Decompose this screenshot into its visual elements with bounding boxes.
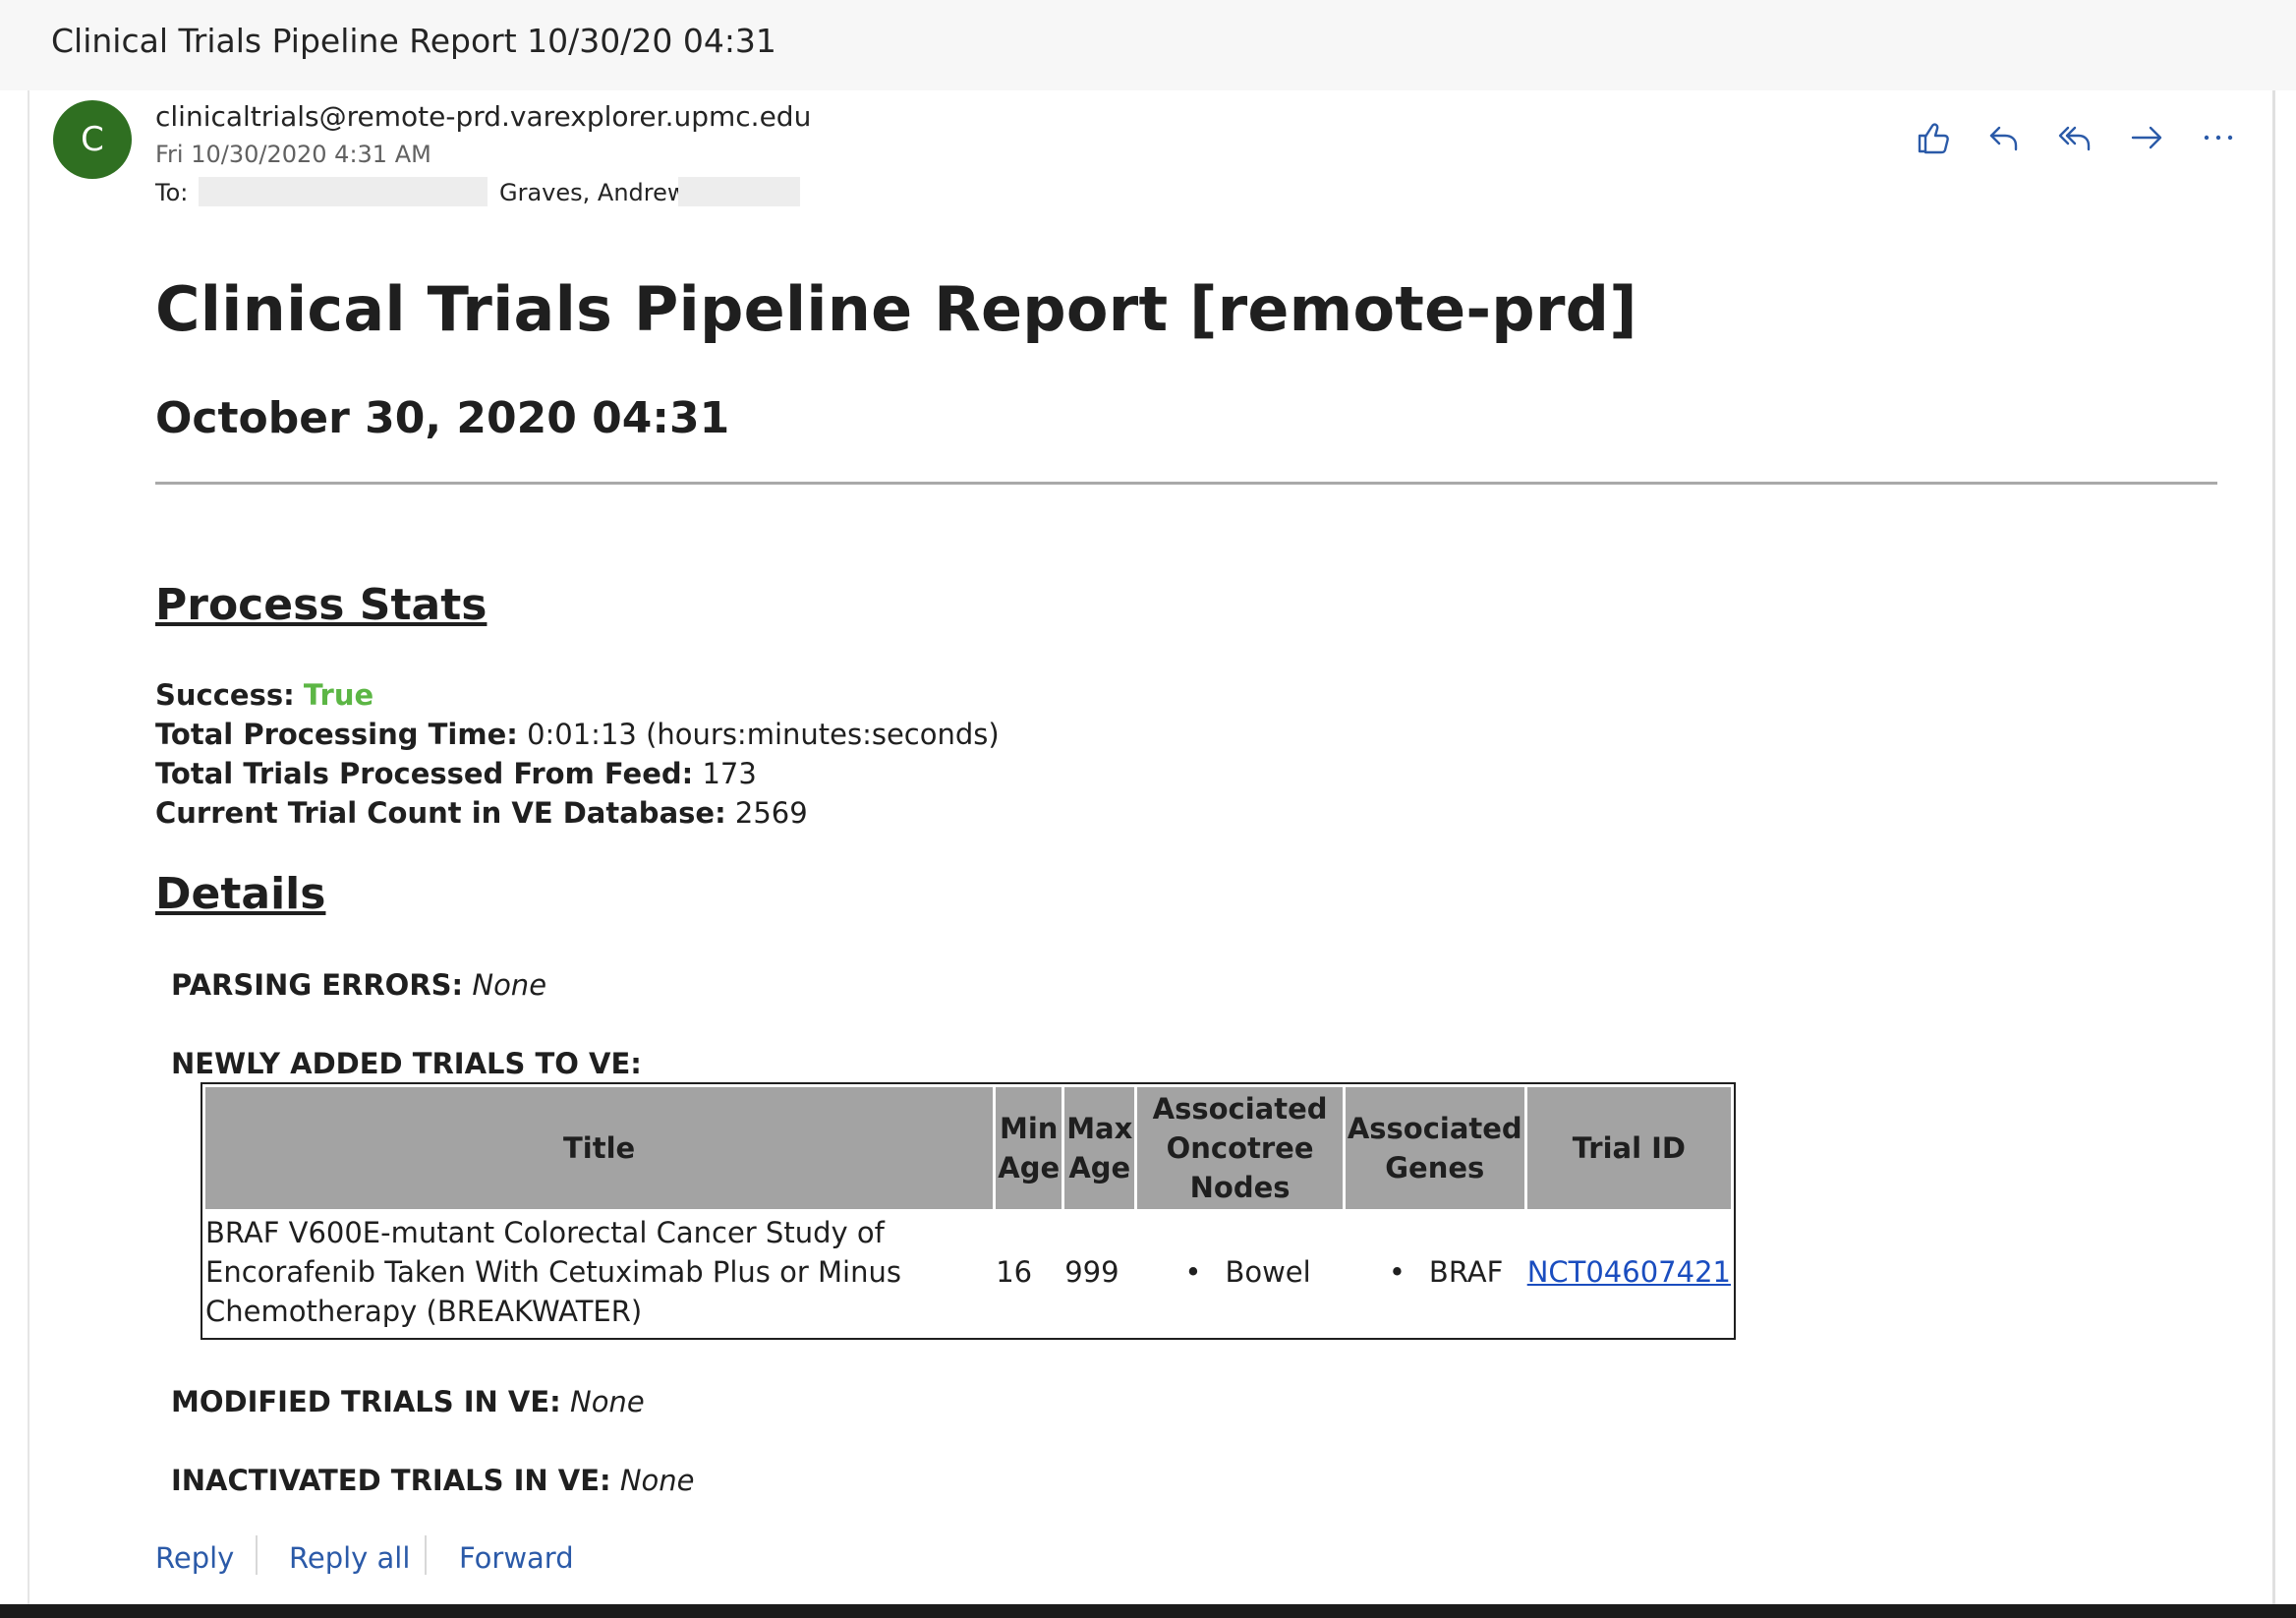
stat-label: Current Trial Count in VE Database: [155, 796, 726, 830]
table-header-row: Title Min Age Max Age Associated Oncotre… [205, 1087, 1731, 1209]
divider [155, 482, 2217, 485]
reply-all-icon[interactable] [2054, 116, 2097, 159]
stat-value: 173 [702, 757, 757, 790]
message-actions [1912, 116, 2236, 159]
sent-date: Fri 10/30/2020 4:31 AM [155, 141, 431, 168]
reply-all-button[interactable]: Reply all [289, 1541, 410, 1575]
divider [28, 90, 29, 1604]
stat-label: Success: [155, 678, 295, 712]
report-date: October 30, 2020 04:31 [155, 393, 730, 443]
redacted-recipient [199, 177, 488, 206]
forward-button[interactable]: Forward [459, 1541, 574, 1575]
detail-value: None [619, 1464, 695, 1497]
reply-icon[interactable] [1983, 116, 2027, 159]
detail-label: MODIFIED TRIALS IN VE: [171, 1385, 561, 1418]
stat-label: Total Trials Processed From Feed: [155, 757, 694, 790]
trial-gene: BRAF [1346, 1212, 1524, 1332]
redacted-recipient [678, 177, 800, 206]
trial-node: Bowel [1137, 1212, 1342, 1332]
reply-button[interactable]: Reply [155, 1541, 234, 1575]
success-value: True [303, 678, 374, 712]
modified-trials: MODIFIED TRIALS IN VE: None [171, 1385, 645, 1418]
column-header-oncotree-nodes: Associated Oncotree Nodes [1137, 1087, 1343, 1209]
table-row: BRAF V600E-mutant Colorectal Cancer Stud… [205, 1212, 1731, 1332]
detail-value: None [570, 1385, 645, 1418]
title-bar: Clinical Trials Pipeline Report 10/30/20… [0, 0, 2296, 90]
column-header-min-age: Min Age [996, 1087, 1062, 1209]
email-subject: Clinical Trials Pipeline Report 10/30/20… [51, 22, 776, 60]
trials-table: Title Min Age Max Age Associated Oncotre… [201, 1082, 1736, 1340]
stat-trial-count: Current Trial Count in VE Database: 2569 [155, 796, 808, 830]
stat-value: 2569 [734, 796, 808, 830]
stat-value: 0:01:13 (hours:minutes:seconds) [527, 718, 1000, 751]
divider [256, 1535, 258, 1575]
detail-value: None [472, 968, 547, 1002]
avatar[interactable]: C [53, 100, 132, 179]
trial-max-age: 999 [1064, 1255, 1119, 1289]
new-trials-label: NEWLY ADDED TRIALS TO VE: [171, 1047, 642, 1080]
process-stats-heading: Process Stats [155, 580, 488, 630]
node-item: Bowel [1184, 1255, 1310, 1289]
gene-item: BRAF [1389, 1255, 1504, 1289]
column-header-title: Title [205, 1087, 994, 1209]
column-header-max-age: Max Age [1064, 1087, 1135, 1209]
column-header-trial-id: Trial ID [1526, 1087, 1731, 1209]
trial-id-cell: NCT04607421 [1527, 1212, 1731, 1332]
divider [425, 1535, 427, 1575]
scrollbar-track[interactable] [2272, 90, 2275, 1604]
forward-icon[interactable] [2125, 116, 2168, 159]
column-header-genes: Associated Genes [1345, 1087, 1524, 1209]
more-icon[interactable] [2197, 116, 2240, 159]
to-label: To: [155, 179, 189, 206]
report-title: Clinical Trials Pipeline Report [remote-… [155, 273, 1637, 345]
recipient-name[interactable]: Graves, Andrew; [499, 179, 695, 206]
trial-title: BRAF V600E-mutant Colorectal Cancer Stud… [205, 1216, 901, 1328]
stat-label: Total Processing Time: [155, 718, 518, 751]
stat-trials-processed: Total Trials Processed From Feed: 173 [155, 757, 757, 790]
inactivated-trials: INACTIVATED TRIALS IN VE: None [171, 1464, 695, 1497]
detail-label: PARSING ERRORS: [171, 968, 464, 1002]
parsing-errors: PARSING ERRORS: None [171, 968, 546, 1002]
stat-processing-time: Total Processing Time: 0:01:13 (hours:mi… [155, 718, 1000, 751]
detail-label: NEWLY ADDED TRIALS TO VE: [171, 1047, 642, 1080]
trial-id-link[interactable]: NCT04607421 [1527, 1255, 1731, 1289]
detail-label: INACTIVATED TRIALS IN VE: [171, 1464, 611, 1497]
taskbar-edge [0, 1604, 2296, 1618]
trial-min-age: 16 [996, 1255, 1033, 1289]
stat-success: Success: True [155, 678, 373, 712]
like-icon[interactable] [1912, 116, 1955, 159]
details-heading: Details [155, 869, 326, 919]
sender-address[interactable]: clinicaltrials@remote-prd.varexplorer.up… [155, 100, 811, 133]
